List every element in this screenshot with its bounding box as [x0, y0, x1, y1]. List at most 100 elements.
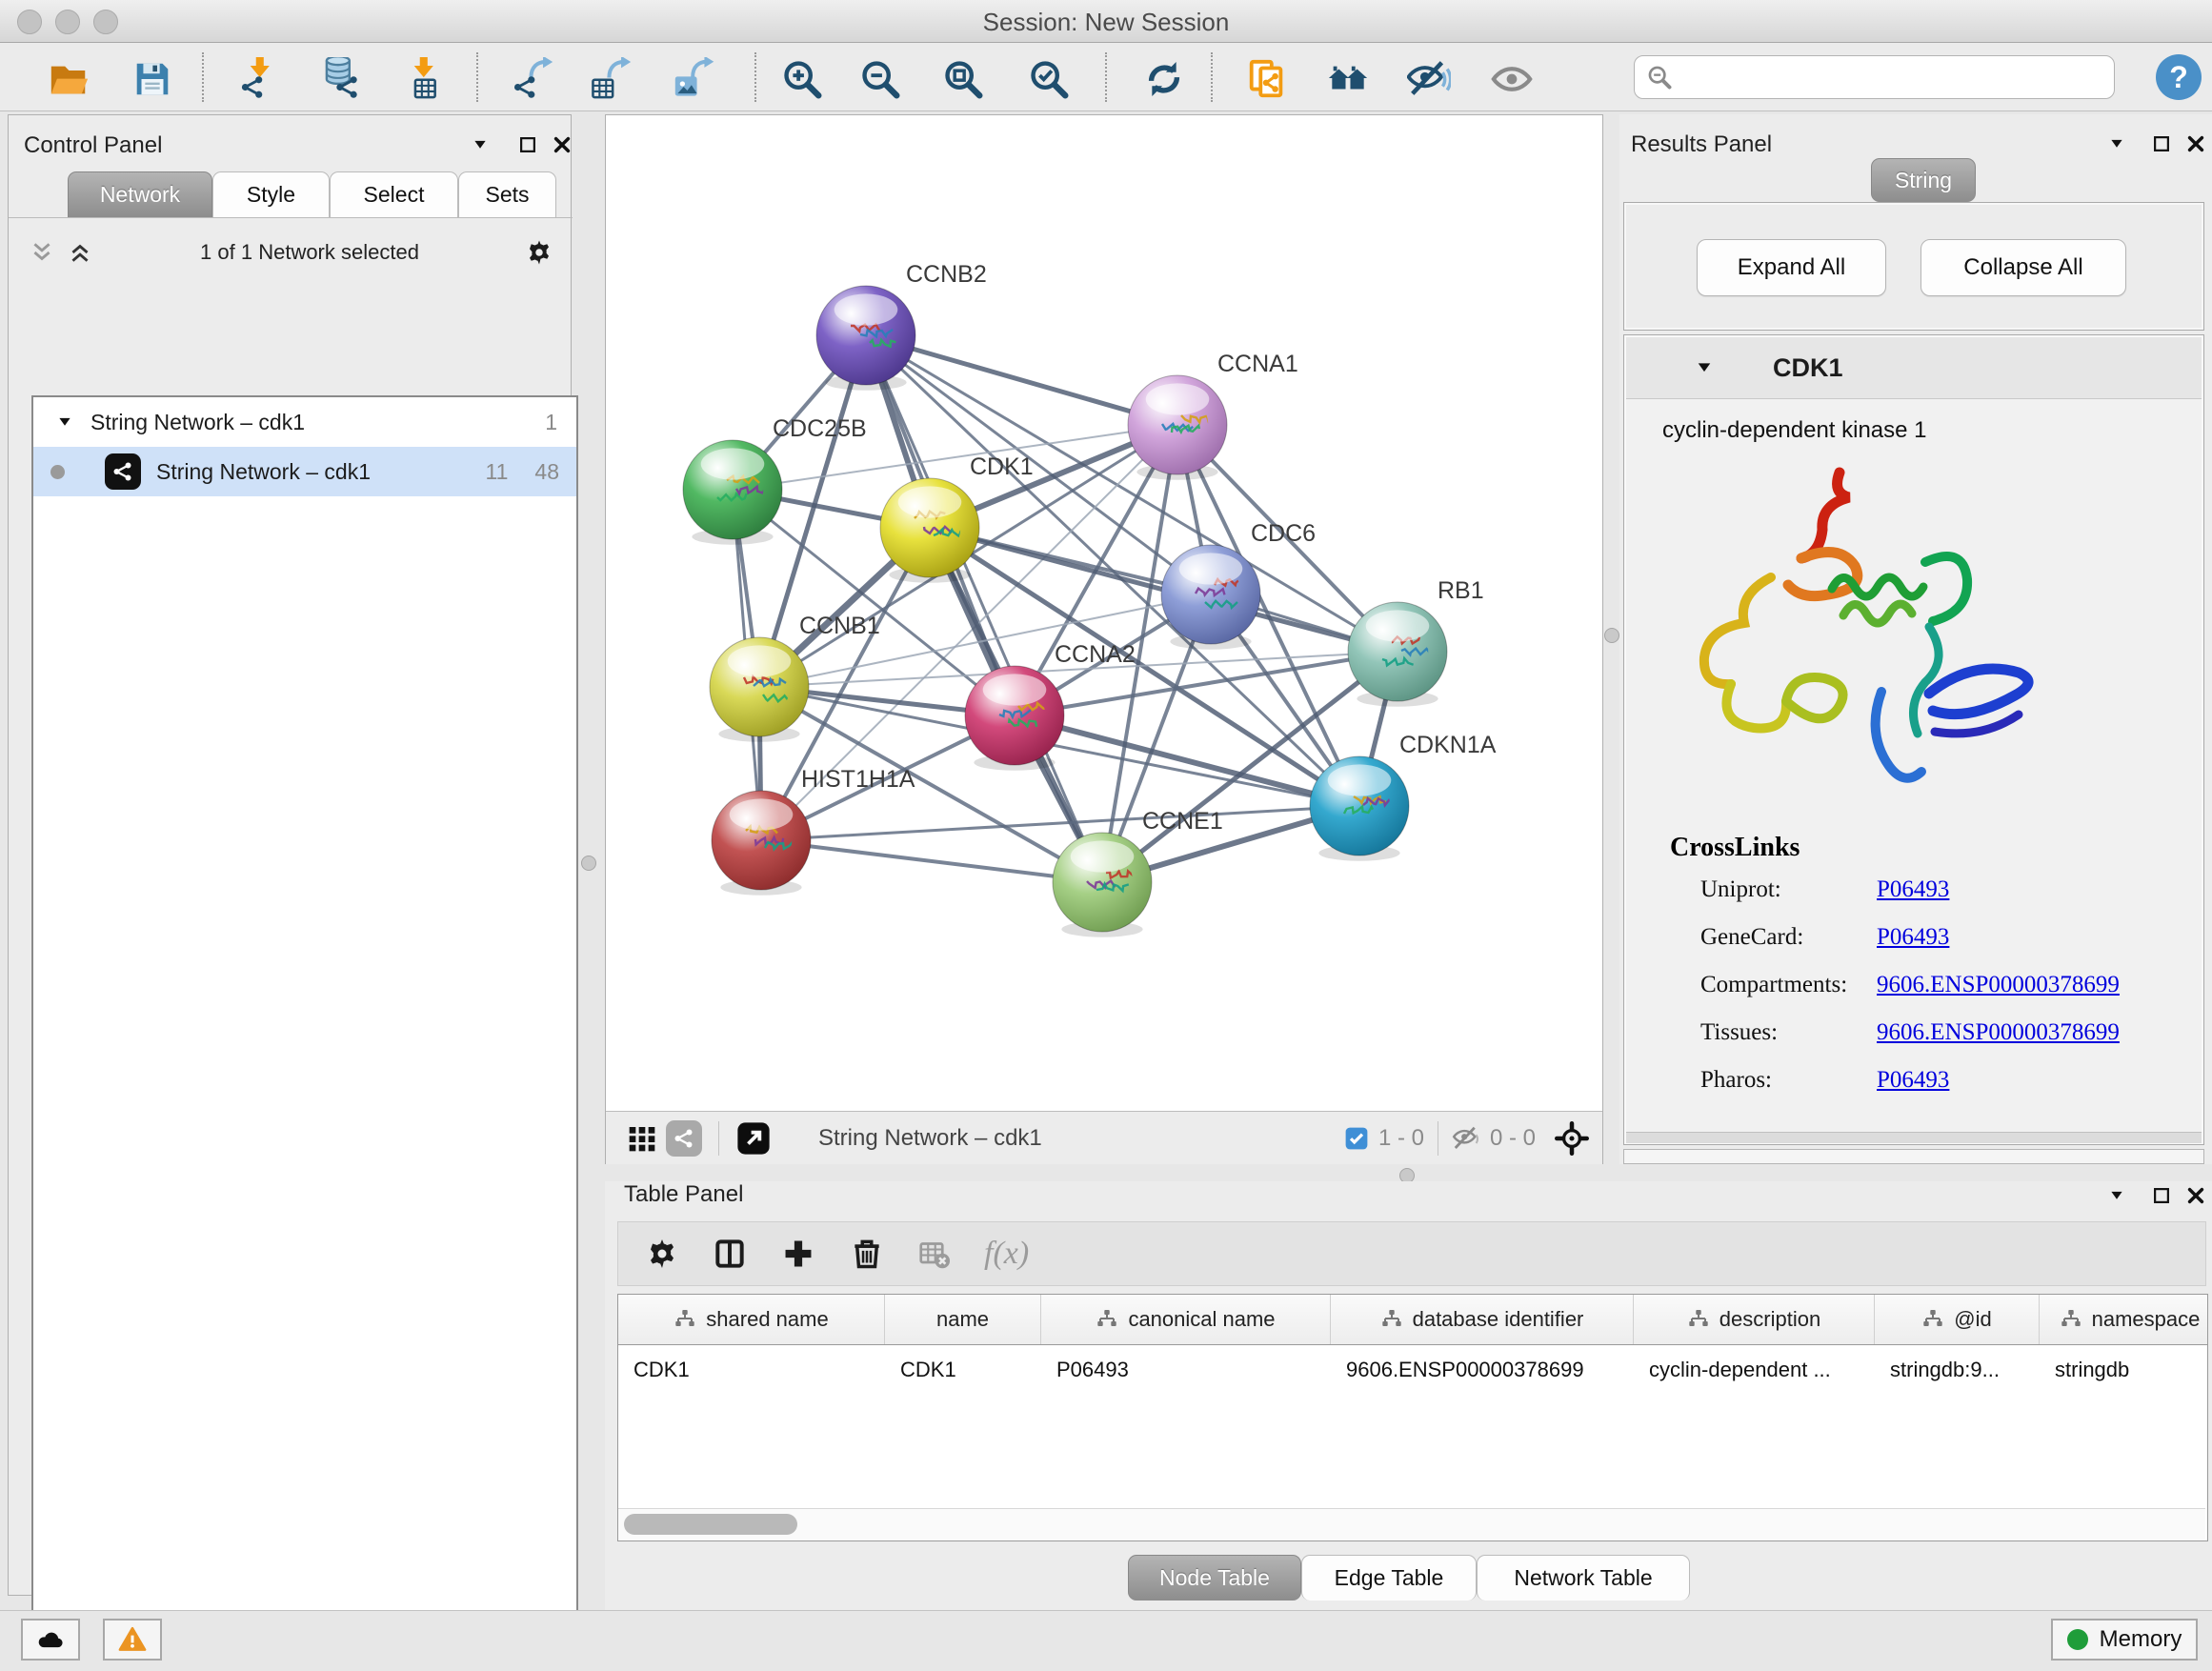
delete-column-button[interactable] [849, 1236, 885, 1272]
results-panel-float-button[interactable] [2145, 128, 2178, 160]
protein-description: cyclin-dependent kinase 1 [1662, 417, 1927, 444]
table-cell[interactable]: CDK1 [618, 1345, 885, 1395]
tab-network-table[interactable]: Network Table [1477, 1555, 1690, 1601]
selected-checkbox-icon[interactable] [1344, 1126, 1369, 1151]
collection-caret-icon[interactable] [56, 413, 73, 431]
export-image-button[interactable] [669, 54, 718, 104]
import-network-database-button[interactable] [316, 54, 366, 104]
toolbar-separator [754, 52, 756, 102]
crosslink-value-link[interactable]: P06493 [1877, 1067, 1949, 1094]
delete-table-button-disabled [917, 1237, 952, 1271]
zoom-fit-button[interactable] [938, 54, 988, 104]
collapse-caret-icon[interactable] [1695, 358, 1714, 377]
left-splitter-handle[interactable] [581, 856, 596, 871]
crosslink-value-link[interactable]: P06493 [1877, 924, 1949, 951]
save-session-button[interactable] [128, 54, 177, 104]
add-column-button[interactable] [780, 1236, 816, 1272]
collapse-all-button[interactable]: Collapse All [1920, 239, 2126, 296]
crosslink-value-link[interactable]: P06493 [1877, 876, 1949, 903]
node-label-hist1h1a: HIST1H1A [801, 766, 915, 793]
show-graphics-details-button[interactable] [1487, 54, 1537, 104]
export-network-button[interactable] [509, 54, 558, 104]
collapse-all-networks-button[interactable] [26, 236, 58, 269]
open-session-button[interactable] [44, 54, 93, 104]
network-canvas[interactable]: CCNB2CCNA1CDC25BCDK1CDC6RB1CCNB1CCNA2CDK… [606, 115, 1602, 1111]
pan-crosshair-button[interactable] [1551, 1117, 1593, 1159]
results-panel-close-button[interactable] [2180, 128, 2212, 160]
import-table-button[interactable] [398, 54, 448, 104]
import-network-file-button[interactable] [234, 54, 284, 104]
right-splitter-handle[interactable] [1604, 628, 1619, 643]
control-panel-close-button[interactable] [546, 129, 578, 161]
table-row[interactable]: CDK1CDK1P064939606.ENSP00000378699cyclin… [618, 1345, 2207, 1395]
scrollbar-thumb[interactable] [624, 1514, 797, 1535]
memory-button[interactable]: Memory [2051, 1619, 2198, 1661]
control-panel-menu-button[interactable] [464, 129, 496, 161]
table-header-row[interactable]: shared namenamecanonical namedatabase id… [618, 1295, 2207, 1345]
birdseye-grid-button[interactable] [621, 1117, 663, 1159]
toolbar-separator [202, 52, 204, 102]
results-panel-menu-button[interactable] [2101, 128, 2133, 160]
network-share-view-button[interactable] [663, 1117, 705, 1159]
crosslink-value-link[interactable]: 9606.ENSP00000378699 [1877, 1019, 2120, 1046]
control-panel-float-button[interactable] [512, 129, 544, 161]
column-header-shared-name[interactable]: shared name [618, 1295, 885, 1344]
search-icon [1646, 64, 1673, 91]
table-panel-menu-button[interactable] [2101, 1179, 2133, 1212]
help-button[interactable]: ? [2156, 54, 2202, 100]
export-table-button[interactable] [587, 54, 636, 104]
tab-network[interactable]: Network [68, 171, 212, 217]
duplicate-network-button[interactable] [1242, 54, 1292, 104]
network-collection-row[interactable]: String Network – cdk1 1 [33, 397, 576, 447]
tab-node-table[interactable]: Node Table [1128, 1555, 1301, 1601]
tab-string[interactable]: String [1871, 158, 1976, 202]
table-panel-close-button[interactable] [2180, 1179, 2212, 1212]
network-row-selected[interactable]: String Network – cdk1 11 48 [33, 447, 576, 496]
warnings-button[interactable] [103, 1619, 162, 1661]
search-input[interactable] [1673, 64, 2077, 91]
tab-select[interactable]: Select [330, 171, 458, 217]
share-network-icon [673, 1127, 695, 1150]
table-cell[interactable]: stringdb:9... [1875, 1345, 2040, 1395]
column-tree-icon [1380, 1308, 1403, 1331]
column-header-name[interactable]: name [885, 1295, 1041, 1344]
results-panel-title: Results Panel [1631, 131, 1772, 158]
zoom-in-button[interactable] [777, 54, 827, 104]
expand-all-button[interactable]: Expand All [1697, 239, 1886, 296]
table-panel-float-button[interactable] [2145, 1179, 2178, 1212]
zoom-out-button[interactable] [855, 54, 905, 104]
show-columns-button[interactable] [712, 1236, 748, 1272]
column-header--id[interactable]: @id [1875, 1295, 2040, 1344]
detach-view-button[interactable] [733, 1117, 774, 1159]
column-header-database-identifier[interactable]: database identifier [1331, 1295, 1634, 1344]
column-header-description[interactable]: description [1634, 1295, 1875, 1344]
table-gear-button[interactable] [645, 1237, 679, 1271]
home-button[interactable] [1323, 54, 1373, 104]
tab-sets[interactable]: Sets [458, 171, 556, 217]
control-panel: Control Panel Network Style Select Sets … [8, 114, 572, 1596]
hide-selected-button[interactable] [1404, 54, 1454, 104]
network-options-gear-button[interactable] [523, 236, 555, 269]
network-edge[interactable] [761, 840, 1102, 882]
table-cell[interactable]: cyclin-dependent ... [1634, 1345, 1875, 1395]
search-box[interactable] [1634, 55, 2115, 99]
column-tree-icon [1687, 1308, 1710, 1331]
apply-layout-button[interactable] [1139, 54, 1189, 104]
cloud-status-button[interactable] [21, 1619, 80, 1661]
column-header-canonical-name[interactable]: canonical name [1041, 1295, 1331, 1344]
column-header-namespace[interactable]: namespace [2040, 1295, 2208, 1344]
crosslink-value-link[interactable]: 9606.ENSP00000378699 [1877, 972, 2120, 998]
table-cell[interactable]: CDK1 [885, 1345, 1041, 1395]
protein-card-header[interactable]: CDK1 [1626, 337, 2202, 399]
horizontal-scrollbar[interactable] [618, 1508, 2205, 1540]
table-cell[interactable]: stringdb [2040, 1345, 2208, 1395]
network-edge[interactable] [866, 335, 1102, 882]
tab-style[interactable]: Style [212, 171, 330, 217]
table-cell[interactable]: 9606.ENSP00000378699 [1331, 1345, 1634, 1395]
expand-all-networks-button[interactable] [64, 236, 96, 269]
table-cell[interactable]: P06493 [1041, 1345, 1331, 1395]
zoom-selected-button[interactable] [1024, 54, 1074, 104]
tab-edge-table[interactable]: Edge Table [1301, 1555, 1477, 1601]
table-panel-title: Table Panel [624, 1181, 743, 1208]
chevrons-up-icon [68, 240, 92, 265]
